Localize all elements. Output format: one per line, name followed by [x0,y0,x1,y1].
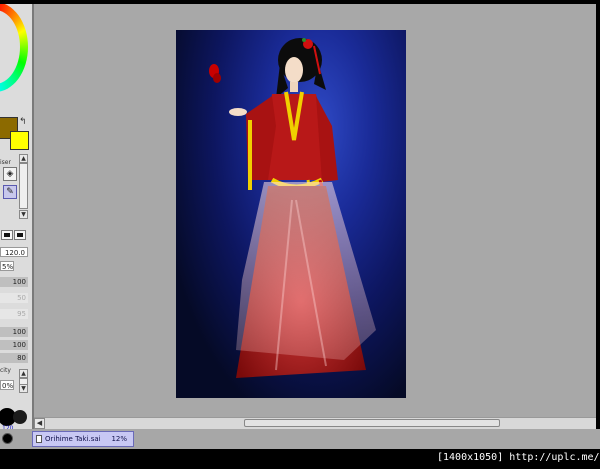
round-shape-icon [4,233,10,237]
dilution-slider[interactable]: 95 [0,309,28,319]
drawing-canvas[interactable] [176,30,406,398]
edge-hardness-slider[interactable]: 100 [0,340,28,350]
settings-scroll-up-button[interactable]: ▲ [19,369,28,378]
app-window: ↰ ▲ ▼ iser ◈ ✎ 120.0 5% 100 50 95 100 10… [0,0,600,469]
brush-size-input[interactable]: 120.0 [0,247,28,257]
opacity-label: city [0,367,11,374]
tool-list-scrollbar[interactable] [19,163,28,209]
pen-tool-button[interactable]: ✎ [3,185,17,199]
artwork-illustration [209,38,376,378]
tool-scroll-down-button[interactable]: ▼ [19,210,28,219]
tool-label-eraser: iser [0,159,11,166]
persistence-slider[interactable]: 100 [0,327,28,337]
document-zoom-level: 12% [111,435,127,443]
brush-preview-dot [2,433,13,444]
document-tab-name: Orihime Taki.sai [45,435,101,443]
eraser-icon: ◈ [6,169,14,179]
min-density-slider[interactable]: 80 [0,353,28,363]
horizontal-scroll-thumb[interactable] [244,419,500,427]
document-icon [36,435,42,443]
swap-arrow-icon[interactable]: ↰ [19,117,27,127]
opacity-input[interactable]: 0% [0,380,14,390]
tool-scroll-up-button[interactable]: ▲ [19,154,28,163]
image-watermark: [1400x1050] http://uplc.me/ [437,451,600,465]
watermark-site: http://uplc.me/ [509,452,600,463]
brush-size-preset-secondary[interactable] [13,410,27,424]
document-tab-bar: Orihime Taki.sai 12% [0,429,600,449]
sub-color-swatch[interactable] [10,131,29,150]
density-slider[interactable]: 100 [0,277,28,287]
brush-shape-flat-button[interactable] [14,230,26,240]
watermark-dimensions: [1400x1050] [437,452,504,463]
canvas-workspace[interactable] [34,4,596,417]
brush-shape-round-button[interactable] [1,230,13,240]
blending-slider[interactable]: 50 [0,293,28,303]
document-tab[interactable]: Orihime Taki.sai 12% [32,431,134,447]
horizontal-scrollbar[interactable]: ◀ [34,417,596,429]
min-size-input[interactable]: 5% [0,261,14,271]
flat-shape-icon [17,233,23,237]
tool-panel: ↰ ▲ ▼ iser ◈ ✎ 120.0 5% 100 50 95 100 10… [0,4,32,449]
eraser-tool-button[interactable]: ◈ [3,167,17,181]
pen-icon: ✎ [6,187,14,197]
settings-scroll-down-button[interactable]: ▼ [19,384,28,393]
scroll-left-button[interactable]: ◀ [34,418,45,429]
